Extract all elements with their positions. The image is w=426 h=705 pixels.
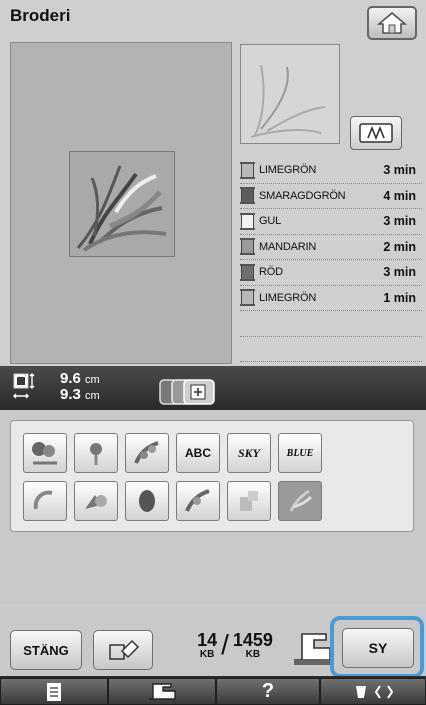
pattern-button[interactable] (176, 481, 220, 521)
pattern-button[interactable]: ABC (176, 433, 220, 473)
pattern-button[interactable] (227, 481, 271, 521)
color-name: LIMEGRÖN (259, 291, 317, 304)
color-time: 2 min (383, 239, 416, 254)
oval-pattern-icon (139, 490, 155, 512)
memory-used-unit: KB (199, 649, 215, 660)
size-height: 9.6 cm (60, 370, 100, 387)
color-time: 3 min (383, 163, 416, 178)
sky-text-pattern-icon: SKY (237, 445, 260, 460)
size-icon (12, 372, 38, 402)
thread-spool-icon (240, 289, 255, 307)
embroidery-preview (10, 42, 232, 364)
tab-settings[interactable] (320, 678, 426, 705)
wreath-pattern-icon (33, 490, 53, 510)
color-row: LIMEGRÖN 1 min (240, 286, 422, 311)
color-time: 3 min (383, 265, 416, 280)
pattern-button[interactable]: BLUE (278, 433, 322, 473)
memory-indicator: 14 KB / 1459 KB (197, 629, 273, 661)
color-row-empty (240, 311, 422, 337)
pattern-button-selected[interactable] (278, 481, 322, 521)
pattern-button[interactable] (125, 481, 169, 521)
frame-display-button[interactable] (350, 116, 402, 150)
thumbnail-outline-icon (250, 64, 326, 138)
thread-spool-icon (240, 263, 255, 281)
memory-total-unit: KB (245, 649, 261, 660)
memory-used: 14 (197, 630, 218, 650)
tab-document[interactable] (0, 678, 108, 705)
leaf-design-icon (76, 165, 167, 252)
color-row: MANDARIN 2 min (240, 235, 422, 260)
home-button[interactable] (367, 6, 417, 40)
hoop-frame-icon (359, 123, 393, 143)
pattern-button[interactable] (23, 433, 67, 473)
design-thumbnail (240, 44, 340, 144)
sew-button[interactable]: SY (342, 628, 414, 668)
tab-help[interactable]: ? (216, 678, 320, 705)
color-row: RÖD 3 min (240, 260, 422, 286)
leaf-pattern-icon (134, 441, 159, 464)
thread-spool-icon (240, 212, 255, 230)
eraser-icon (109, 639, 140, 660)
selected-pattern-icon (289, 489, 313, 512)
design-frame (69, 151, 175, 257)
flower-pattern-icon (32, 442, 57, 465)
delete-button[interactable] (93, 630, 153, 670)
pattern-button[interactable] (74, 433, 118, 473)
thread-color-list: LIMEGRÖN 3 min SMARAGDGRÖN 4 min GUL 3 m… (240, 158, 422, 362)
floral-pattern-icon (90, 443, 102, 465)
pattern-button[interactable]: SKY (227, 433, 271, 473)
home-icon (377, 11, 407, 34)
color-time: 3 min (383, 214, 416, 229)
tab-machine[interactable] (108, 678, 216, 705)
color-row-empty (240, 337, 422, 362)
pattern-button[interactable] (23, 481, 67, 521)
memory-total: 1459 (232, 630, 273, 650)
color-name: SMARAGDGRÖN (259, 189, 346, 202)
settings-icon (356, 684, 394, 699)
page-title: Broderi (10, 6, 71, 25)
hoop-size-icon (158, 378, 218, 406)
thread-spool-icon (240, 187, 255, 205)
blue-text-pattern-icon: BLUE (286, 447, 314, 459)
color-name: GUL (259, 215, 282, 228)
color-name: MANDARIN (259, 240, 317, 253)
rose-pattern-icon (85, 495, 107, 509)
document-icon (47, 682, 61, 701)
color-row: GUL 3 min (240, 209, 422, 235)
color-name: RÖD (259, 266, 283, 279)
shape-pattern-icon (240, 491, 258, 511)
size-width: 9.3 cm (60, 386, 100, 403)
pattern-button[interactable] (125, 433, 169, 473)
color-time: 4 min (383, 188, 416, 203)
thread-spool-icon (240, 238, 255, 256)
color-row: LIMEGRÖN 3 min (240, 158, 422, 184)
pattern-selection-panel: ABC SKY BLUE (10, 420, 414, 532)
sewing-machine-icon (149, 682, 176, 700)
close-button[interactable]: STÄNG (10, 630, 82, 670)
leaf-pattern-2-icon (185, 489, 210, 512)
color-time: 1 min (383, 290, 416, 305)
pattern-button[interactable] (74, 481, 118, 521)
color-row: SMARAGDGRÖN 4 min (240, 184, 422, 209)
thread-spool-icon (240, 161, 255, 179)
abc-text-pattern-icon: ABC (185, 446, 211, 460)
color-name: LIMEGRÖN (259, 164, 317, 177)
